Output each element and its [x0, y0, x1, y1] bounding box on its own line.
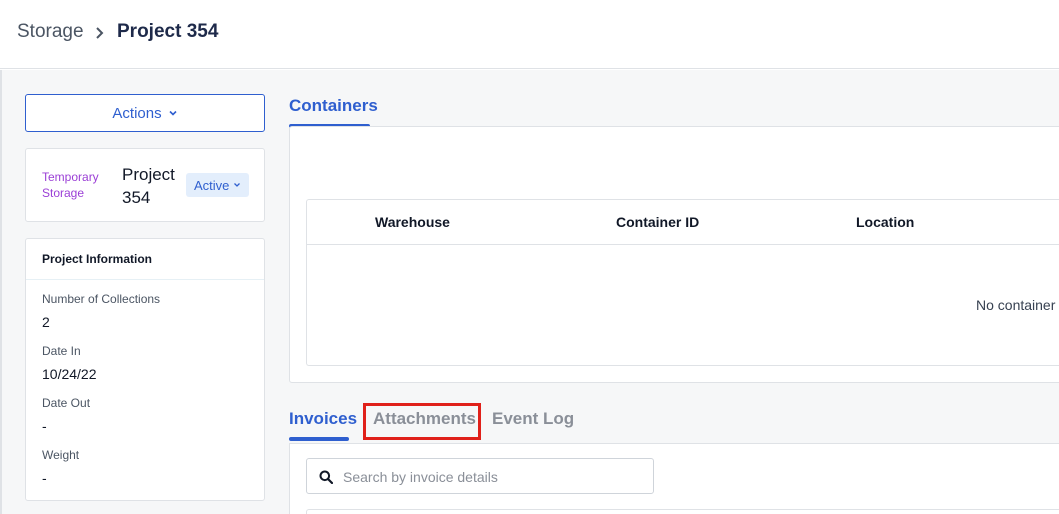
- search-icon: [319, 470, 333, 484]
- weight-value: -: [42, 470, 47, 486]
- actions-dropdown-button[interactable]: Actions: [25, 94, 265, 132]
- chevron-down-icon: [234, 183, 241, 187]
- containers-table: Warehouse Container ID Location No conta…: [306, 199, 1059, 366]
- breadcrumb-storage-link[interactable]: Storage: [17, 21, 84, 43]
- weight-label: Weight: [42, 448, 80, 462]
- date-out-label: Date Out: [42, 396, 91, 410]
- collections-value: 2: [42, 314, 50, 330]
- actions-label: Actions: [112, 104, 162, 122]
- chevron-down-icon: [169, 110, 177, 116]
- chevron-right-icon: [96, 27, 104, 39]
- collections-label: Number of Collections: [42, 292, 161, 306]
- column-header-container-id[interactable]: Container ID: [616, 214, 699, 230]
- top-bar: Storage Project 354: [0, 0, 1059, 69]
- project-name: Project 354: [122, 165, 175, 207]
- date-in-label: Date In: [42, 344, 81, 358]
- column-header-location[interactable]: Location: [856, 214, 914, 230]
- invoices-tab-underline: [289, 437, 349, 441]
- status-label: Active: [194, 177, 230, 193]
- project-information-title: Project Information: [42, 252, 153, 266]
- tab-attachments[interactable]: Attachments: [373, 409, 476, 429]
- table-header: Warehouse Container ID Location: [307, 200, 1059, 245]
- tab-event-log[interactable]: Event Log: [492, 409, 574, 429]
- empty-state-message: No container: [976, 297, 1056, 313]
- project-type-label: Temporary Storage: [42, 170, 99, 200]
- project-summary-card: Temporary Storage Project 354 Active: [25, 148, 265, 222]
- column-header-warehouse[interactable]: Warehouse: [375, 214, 450, 230]
- divider: [26, 279, 264, 280]
- invoice-search-box[interactable]: [306, 458, 654, 494]
- tab-containers[interactable]: Containers: [289, 96, 378, 116]
- date-out-value: -: [42, 418, 47, 434]
- search-input[interactable]: [343, 467, 643, 487]
- invoices-table: [306, 509, 1059, 514]
- page-title: Project 354: [117, 21, 219, 42]
- project-information-card: Project Information Number of Collection…: [25, 238, 265, 501]
- date-in-value: 10/24/22: [42, 366, 97, 382]
- tab-invoices[interactable]: Invoices: [289, 409, 357, 429]
- status-badge[interactable]: Active: [186, 173, 250, 197]
